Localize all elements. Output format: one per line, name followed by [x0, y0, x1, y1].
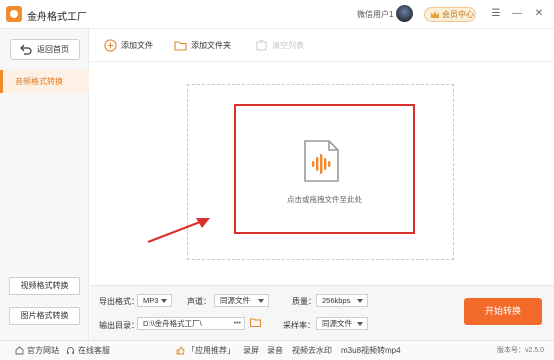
title-bar: 金舟格式工厂 微信用户1 会员中心 ☰ — ✕ [0, 0, 554, 29]
minimize-icon[interactable]: — [510, 7, 524, 21]
chevron-down-icon [161, 299, 167, 303]
clear-list-button[interactable]: 清空列表 [255, 39, 304, 53]
browse-more-button[interactable]: ••• [234, 318, 241, 329]
output-dir-value: D:\\金舟格式工厂\ [143, 319, 202, 328]
add-file-icon [104, 39, 117, 52]
clear-list-icon [256, 39, 267, 51]
output-dir-field[interactable]: D:\\金舟格式工厂\ ••• [137, 317, 245, 330]
avatar[interactable] [396, 5, 413, 22]
export-format-select[interactable]: MP3 [137, 294, 172, 307]
screen-record-link[interactable]: 录屏 [243, 346, 259, 356]
back-home-label: 返回首页 [37, 45, 69, 54]
annotation-arrow-icon [147, 218, 210, 244]
add-folder-button[interactable]: 添加文件夹 [174, 39, 231, 53]
add-file-button[interactable]: 添加文件 [104, 39, 153, 53]
chevron-down-icon [357, 299, 363, 303]
m3u8-to-mp4-link[interactable]: m3u8视频转mp4 [341, 346, 401, 356]
user-name[interactable]: 微信用户1 [357, 9, 393, 20]
menu-icon[interactable]: ☰ [489, 7, 503, 21]
sample-rate-value: 同源文件 [322, 319, 352, 328]
app-title: 金舟格式工厂 [27, 12, 87, 23]
add-folder-label: 添加文件夹 [191, 41, 231, 50]
video-convert-button[interactable]: 视频格式转换 [9, 277, 80, 295]
vip-center-label: 会员中心 [442, 10, 474, 19]
crown-icon [431, 11, 439, 18]
channel-label: 声道： [187, 297, 211, 306]
toolbar: 添加文件 添加文件夹 清空列表 [90, 29, 554, 62]
official-website-link[interactable]: 官方网站 [27, 346, 59, 356]
settings-panel: 导出格式： MP3 声道： 同源文件 质量： 256kbps 输出目录： D:\… [90, 285, 554, 340]
close-icon[interactable]: ✕ [532, 7, 546, 21]
app-logo-icon [6, 6, 22, 22]
open-folder-icon[interactable] [250, 318, 261, 327]
folder-add-icon [174, 41, 187, 51]
back-arrow-icon [20, 44, 32, 55]
drop-zone-highlight[interactable]: 点击或拖拽文件至此处 [234, 104, 415, 234]
export-format-value: MP3 [143, 296, 159, 305]
sample-rate-select[interactable]: 同源文件 [316, 317, 368, 330]
sample-rate-label: 采样率： [283, 321, 315, 330]
channel-select[interactable]: 同源文件 [214, 294, 269, 307]
audio-file-icon [304, 140, 339, 182]
drop-zone-text: 点击或拖拽文件至此处 [287, 195, 362, 204]
add-file-label: 添加文件 [121, 41, 153, 50]
online-support-link[interactable]: 在线客服 [78, 346, 110, 356]
quality-select[interactable]: 256kbps [316, 294, 368, 307]
output-dir-label: 输出目录： [99, 321, 139, 330]
quality-value: 256kbps [322, 296, 351, 305]
remove-watermark-link[interactable]: 视频去水印 [292, 346, 332, 356]
app-recommend-label: 「应用推荐」 [187, 346, 235, 355]
channel-value: 同源文件 [220, 296, 250, 305]
back-home-button[interactable]: 返回首页 [10, 39, 80, 60]
vip-center-button[interactable]: 会员中心 [424, 7, 476, 22]
quality-label: 质量： [292, 297, 316, 306]
version-label: 版本号：v2.5.0 [497, 347, 545, 354]
clear-list-label: 清空列表 [272, 41, 304, 50]
export-format-label: 导出格式： [99, 297, 139, 306]
chevron-down-icon [258, 299, 264, 303]
sidebar-item-audio-convert[interactable]: 音频格式转换 [0, 70, 89, 93]
sidebar: 返回首页 音频格式转换 视频格式转换 图片格式转换 [0, 29, 89, 340]
thumb-up-icon [176, 346, 185, 355]
chevron-down-icon [357, 322, 363, 326]
home-icon [15, 346, 24, 355]
headset-icon [67, 347, 74, 354]
status-bar: 官方网站 在线客服 「应用推荐」 录屏 录音 视频去水印 m3u8视频转mp4 … [0, 340, 554, 360]
image-convert-button[interactable]: 图片格式转换 [9, 307, 80, 325]
audio-record-link[interactable]: 录音 [267, 346, 283, 356]
start-convert-button[interactable]: 开始转换 [464, 298, 542, 325]
